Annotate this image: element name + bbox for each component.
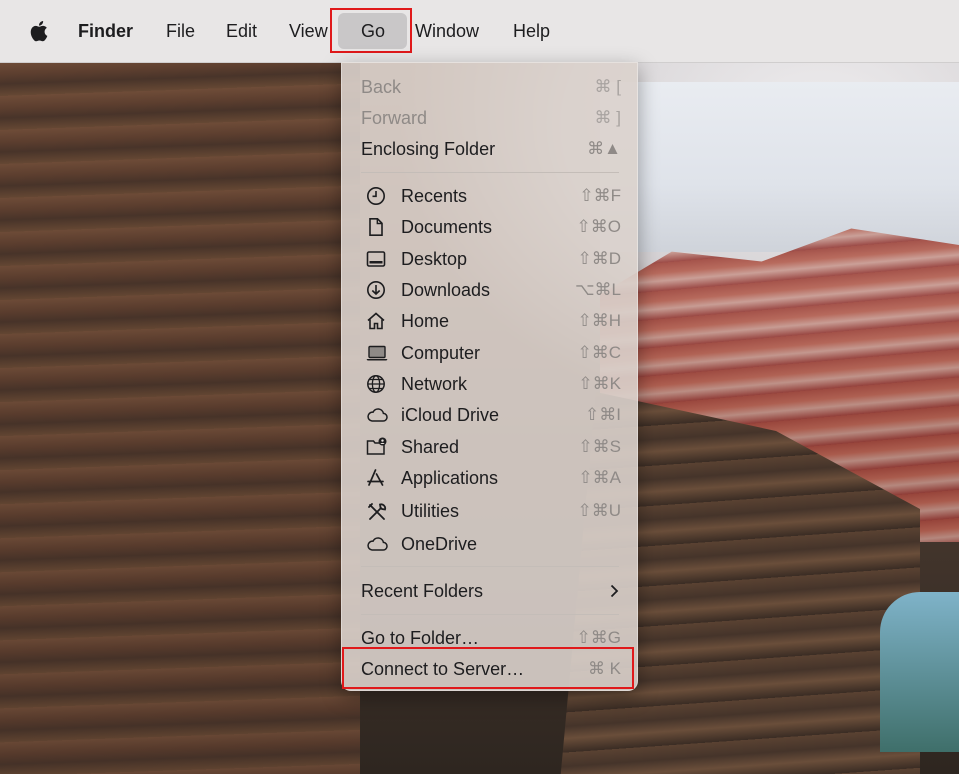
menu-separator bbox=[361, 172, 619, 173]
menu-separator bbox=[361, 614, 619, 615]
menu-item-recent-folders[interactable]: Recent Folders bbox=[342, 576, 639, 606]
menu-item-applications[interactable]: Applications ⇧⌘A bbox=[342, 463, 639, 493]
menu-item-shortcut: ⌘ ] bbox=[594, 108, 621, 127]
menu-item-shortcut: ⇧⌘K bbox=[578, 374, 621, 393]
go-dropdown-menu: Back ⌘ [ Forward ⌘ ] Enclosing Folder ⌘▲… bbox=[341, 62, 638, 691]
menu-item-shortcut: ⇧⌘S bbox=[578, 437, 621, 456]
menu-bar: Finder File Edit View Go Window Help bbox=[0, 0, 959, 63]
laptop-icon bbox=[366, 343, 388, 363]
menu-item-recents[interactable]: Recents ⇧⌘F bbox=[342, 181, 639, 211]
tools-icon bbox=[366, 501, 387, 521]
menu-item-desktop[interactable]: Desktop ⇧⌘D bbox=[342, 244, 639, 274]
cloud-icon bbox=[366, 405, 388, 425]
menu-item-label: Recents bbox=[401, 186, 468, 206]
menu-item-icloud-drive[interactable]: iCloud Drive ⇧⌘I bbox=[342, 400, 639, 430]
menu-item-label: Documents bbox=[401, 217, 493, 237]
chevron-right-icon bbox=[610, 584, 619, 598]
applications-icon bbox=[366, 468, 386, 488]
wallpaper-river bbox=[880, 592, 959, 752]
menu-item-label: Utilities bbox=[401, 501, 460, 521]
menu-item-shortcut: ⇧⌘D bbox=[577, 249, 621, 268]
download-icon bbox=[366, 280, 386, 300]
menu-item-label: OneDrive bbox=[401, 534, 478, 554]
menu-help[interactable]: Help bbox=[513, 19, 550, 43]
menu-item-label: iCloud Drive bbox=[401, 405, 500, 425]
menu-item-label: Downloads bbox=[401, 280, 491, 300]
menu-item-shortcut: ⇧⌘O bbox=[576, 217, 621, 236]
cloud-icon bbox=[366, 534, 388, 554]
desktop-icon bbox=[366, 249, 386, 269]
connect-to-server-highlight-box bbox=[342, 647, 634, 689]
menu-item-shortcut: ⇧⌘I bbox=[585, 405, 621, 424]
menu-item-shortcut: ⇧⌘F bbox=[579, 186, 621, 205]
menu-edit[interactable]: Edit bbox=[226, 19, 257, 43]
menu-item-label: Applications bbox=[401, 468, 499, 488]
document-icon bbox=[366, 217, 386, 237]
menu-item-documents[interactable]: Documents ⇧⌘O bbox=[342, 212, 639, 242]
menu-item-forward[interactable]: Forward ⌘ ] bbox=[342, 103, 639, 133]
menu-finder[interactable]: Finder bbox=[78, 19, 133, 43]
menu-item-utilities[interactable]: Utilities ⇧⌘U bbox=[342, 496, 639, 526]
menu-item-label: Desktop bbox=[401, 249, 468, 269]
wallpaper-cliff-left bbox=[0, 62, 360, 774]
menu-window[interactable]: Window bbox=[415, 19, 479, 43]
menu-item-computer[interactable]: Computer ⇧⌘C bbox=[342, 338, 639, 368]
menu-item-label: Recent Folders bbox=[361, 581, 484, 601]
menu-item-onedrive[interactable]: OneDrive bbox=[342, 529, 639, 559]
menu-item-shared[interactable]: Shared ⇧⌘S bbox=[342, 432, 639, 462]
shared-folder-icon bbox=[366, 437, 387, 457]
home-icon bbox=[366, 311, 386, 331]
menu-item-shortcut: ⇧⌘H bbox=[577, 311, 621, 330]
menu-item-shortcut: ⇧⌘A bbox=[578, 468, 621, 487]
menu-file[interactable]: File bbox=[166, 19, 195, 43]
menu-item-shortcut: ⌘▲ bbox=[587, 139, 621, 158]
clock-icon bbox=[366, 186, 386, 206]
menu-item-label: Forward bbox=[361, 108, 428, 128]
menu-item-label: Network bbox=[401, 374, 468, 394]
menu-item-label: Computer bbox=[401, 343, 481, 363]
menu-item-network[interactable]: Network ⇧⌘K bbox=[342, 369, 639, 399]
menu-item-back[interactable]: Back ⌘ [ bbox=[342, 72, 639, 102]
globe-icon bbox=[366, 374, 386, 394]
menu-separator bbox=[361, 566, 619, 567]
menu-item-label: Shared bbox=[401, 437, 460, 457]
menu-item-downloads[interactable]: Downloads ⌥⌘L bbox=[342, 275, 639, 305]
menu-item-shortcut: ⇧⌘C bbox=[577, 343, 621, 362]
menu-item-shortcut: ⇧⌘U bbox=[577, 501, 621, 520]
menu-item-shortcut: ⌥⌘L bbox=[574, 280, 621, 299]
menu-item-home[interactable]: Home ⇧⌘H bbox=[342, 306, 639, 336]
menu-item-label: Enclosing Folder bbox=[361, 139, 496, 159]
menu-item-enclosing-folder[interactable]: Enclosing Folder ⌘▲ bbox=[342, 134, 639, 164]
menu-item-label: Back bbox=[361, 77, 402, 97]
go-menu-highlight-box bbox=[330, 8, 412, 53]
apple-logo-icon[interactable] bbox=[29, 18, 51, 44]
wallpaper-sky bbox=[600, 82, 959, 252]
menu-item-label: Home bbox=[401, 311, 450, 331]
menu-view[interactable]: View bbox=[289, 19, 328, 43]
menu-item-shortcut: ⌘ [ bbox=[594, 77, 621, 96]
